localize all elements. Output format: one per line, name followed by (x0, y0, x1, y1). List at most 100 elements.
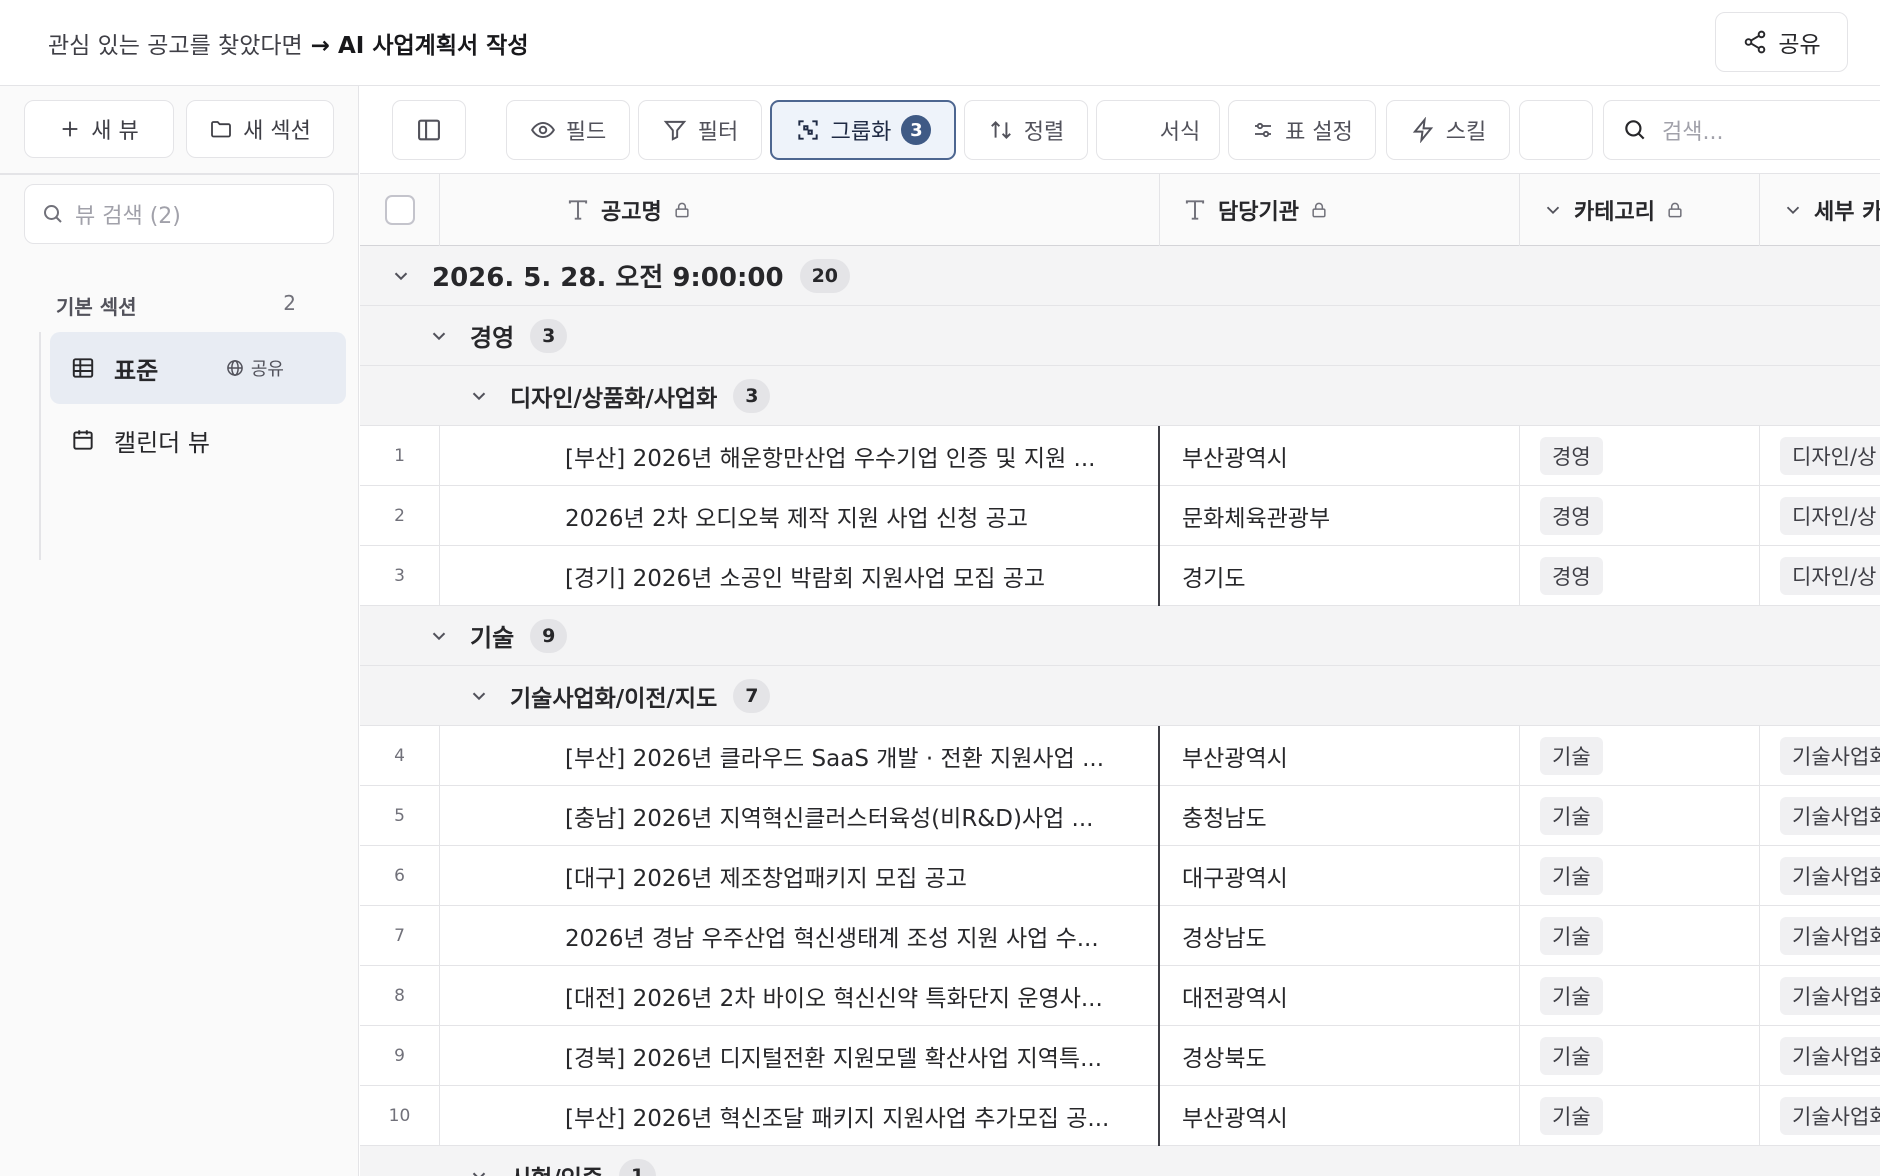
cell-agency[interactable]: 경상북도 (1160, 1026, 1520, 1086)
cell-agency[interactable]: 경상남도 (1160, 906, 1520, 966)
cell-title[interactable]: [경북] 2026년 디지털전환 지원모델 확산사업 지역특... (440, 1026, 1160, 1086)
group-label: 그룹화 (830, 120, 892, 145)
cell-category[interactable]: 기술 (1520, 726, 1760, 786)
table-search-input[interactable]: 검색... (1603, 100, 1880, 160)
cell-subcategory[interactable]: 디자인/상 (1760, 486, 1880, 546)
cell-title[interactable]: [부산] 2026년 해운항만산업 우수기업 인증 및 지원 ... (440, 426, 1160, 486)
table-row[interactable]: 6 [대구] 2026년 제조창업패키지 모집 공고 대구광역시 기술 기술사업… (360, 846, 1880, 906)
cell-category[interactable]: 경영 (1520, 546, 1760, 606)
group-header-tech[interactable]: 기술 9 (360, 606, 1880, 666)
row-number: 4 (360, 726, 440, 786)
column-agency-label: 담당기관 (1218, 200, 1299, 225)
group-label: 경영 (470, 324, 515, 352)
section-header[interactable]: 기본 섹션 2 (56, 291, 296, 320)
cell-agency[interactable]: 부산광역시 (1160, 426, 1520, 486)
share-button[interactable]: 공유 (1715, 12, 1848, 72)
cell-subcategory[interactable]: 기술사업화 (1760, 966, 1880, 1026)
cell-subcategory[interactable]: 기술사업화 (1760, 846, 1880, 906)
table-row[interactable]: 9 [경북] 2026년 디지털전환 지원모델 확산사업 지역특... 경상북도… (360, 1026, 1880, 1086)
cell-subcategory[interactable]: 디자인/상 (1760, 546, 1880, 606)
filter-button[interactable]: 필터 (638, 100, 762, 160)
group-header-cert[interactable]: 시험/인증 1 (360, 1146, 1880, 1176)
table-row[interactable]: 1 [부산] 2026년 해운항만산업 우수기업 인증 및 지원 ... 부산광… (360, 426, 1880, 486)
column-header-agency[interactable]: 담당기관 (1160, 174, 1520, 246)
cell-agency[interactable]: 부산광역시 (1160, 1086, 1520, 1146)
category-tag: 기술 (1540, 917, 1603, 955)
chevron-down-icon (1786, 206, 1800, 215)
group-header-techcomm[interactable]: 기술사업화/이전/지도 7 (360, 666, 1880, 726)
subcategory-tag: 기술사업화 (1780, 917, 1880, 955)
table-row[interactable]: 8 [대전] 2026년 2차 바이오 혁신신약 특화단지 운영사... 대전광… (360, 966, 1880, 1026)
cell-subcategory[interactable]: 디자인/상 (1760, 426, 1880, 486)
sidebar-divider (0, 173, 359, 175)
new-section-button[interactable]: 새 섹션 (186, 100, 334, 158)
column-header-subcategory[interactable]: 세부 카 (1760, 174, 1880, 246)
view-search-input[interactable]: 뷰 검색 (2) (24, 184, 334, 244)
row-number: 6 (360, 846, 440, 906)
cell-subcategory[interactable]: 기술사업화 (1760, 906, 1880, 966)
column-header-category[interactable]: 카테고리 (1520, 174, 1760, 246)
table-row[interactable]: 3 [경기] 2026년 소공인 박람회 지원사업 모집 공고 경기도 경영 디… (360, 546, 1880, 606)
category-tag: 기술 (1540, 1097, 1603, 1135)
filter-icon (663, 120, 687, 141)
cell-title[interactable]: [충남] 2026년 지역혁신클러스터육성(비R&D)사업 ... (440, 786, 1160, 846)
ai-business-plan-link[interactable]: → AI 사업계획서 작성 (311, 33, 529, 59)
table-row[interactable]: 10 [부산] 2026년 혁신조달 패키지 지원사업 추가모집 공... 부산… (360, 1086, 1880, 1146)
cell-category[interactable]: 기술 (1520, 906, 1760, 966)
chevron-down-icon (472, 1172, 486, 1176)
sort-button[interactable]: 정렬 (964, 100, 1088, 160)
table-search-placeholder: 검색... (1662, 120, 1724, 145)
sidebar-item-standard[interactable]: 표준 공유 (50, 332, 346, 404)
cell-title[interactable]: [대전] 2026년 2차 바이오 혁신신약 특화단지 운영사... (440, 966, 1160, 1026)
cell-category[interactable]: 기술 (1520, 966, 1760, 1026)
cell-title[interactable]: 2026년 2차 오디오북 제작 지원 사업 신청 공고 (440, 486, 1160, 546)
cell-agency[interactable]: 문화체육관광부 (1160, 486, 1520, 546)
select-all-checkbox[interactable] (384, 195, 415, 225)
section-title: 기본 섹션 (56, 295, 137, 319)
cell-title[interactable]: [대구] 2026년 제조창업패키지 모집 공고 (440, 846, 1160, 906)
cell-agency[interactable]: 충청남도 (1160, 786, 1520, 846)
fields-button[interactable]: 필드 (506, 100, 630, 160)
column-header-title[interactable]: 공고명 (440, 174, 1160, 246)
cell-agency[interactable]: 대전광역시 (1160, 966, 1520, 1026)
table-row[interactable]: 5 [충남] 2026년 지역혁신클러스터육성(비R&D)사업 ... 충청남도… (360, 786, 1880, 846)
toolbar: 필드 필터 그룹화 3 정렬 서식 표 설정 스킬 검색... (360, 86, 1880, 174)
cell-category[interactable]: 경영 (1520, 486, 1760, 546)
cell-category[interactable]: 경영 (1520, 426, 1760, 486)
cell-agency[interactable]: 부산광역시 (1160, 726, 1520, 786)
cell-agency[interactable]: 대구광역시 (1160, 846, 1520, 906)
group-count: 9 (530, 618, 568, 653)
group-header-date[interactable]: 2026. 5. 28. 오전 9:00:00 20 (360, 246, 1880, 306)
subcategory-tag: 디자인/상 (1780, 557, 1880, 595)
skill-button[interactable]: 스킬 (1386, 100, 1510, 160)
table-settings-button[interactable]: 표 설정 (1228, 100, 1376, 160)
cell-subcategory[interactable]: 기술사업화 (1760, 786, 1880, 846)
format-button[interactable]: 서식 (1096, 100, 1220, 160)
tree-line (39, 332, 41, 560)
cell-subcategory[interactable]: 기술사업화 (1760, 1026, 1880, 1086)
cell-title[interactable]: 2026년 경남 우주산업 혁신생태계 조성 지원 사업 수... (440, 906, 1160, 966)
sidebar-item-calendar[interactable]: 캘린더 뷰 (50, 404, 346, 476)
table-row[interactable]: 7 2026년 경남 우주산업 혁신생태계 조성 지원 사업 수... 경상남도… (360, 906, 1880, 966)
table-row[interactable]: 2 2026년 2차 오디오북 제작 지원 사업 신청 공고 문화체육관광부 경… (360, 486, 1880, 546)
plus-icon (62, 121, 78, 137)
cell-title[interactable]: [경기] 2026년 소공인 박람회 지원사업 모집 공고 (440, 546, 1160, 606)
new-view-button[interactable]: 새 뷰 (24, 100, 174, 158)
cell-agency[interactable]: 경기도 (1160, 546, 1520, 606)
cell-category[interactable]: 기술 (1520, 846, 1760, 906)
cell-category[interactable]: 기술 (1520, 1086, 1760, 1146)
group-header-design[interactable]: 디자인/상품화/사업화 3 (360, 366, 1880, 426)
promo-banner[interactable]: 관심 있는 공고를 찾았다면 → AI 사업계획서 작성 (48, 26, 528, 60)
group-header-mgmt[interactable]: 경영 3 (360, 306, 1880, 366)
cell-title[interactable]: [부산] 2026년 혁신조달 패키지 지원사업 추가모집 공... (440, 1086, 1160, 1146)
cell-category[interactable]: 기술 (1520, 786, 1760, 846)
cell-subcategory[interactable]: 기술사업화 (1760, 726, 1880, 786)
group-button[interactable]: 그룹화 3 (770, 100, 956, 160)
empty-toolbar-button[interactable] (1519, 100, 1593, 160)
toggle-sidebar-button[interactable] (392, 100, 466, 160)
table-row[interactable]: 4 [부산] 2026년 클라우드 SaaS 개발 · 전환 지원사업 ... … (360, 726, 1880, 786)
cell-category[interactable]: 기술 (1520, 1026, 1760, 1086)
cell-subcategory[interactable]: 기술사업화 (1760, 1086, 1880, 1146)
category-tag: 경영 (1540, 557, 1603, 595)
cell-title[interactable]: [부산] 2026년 클라우드 SaaS 개발 · 전환 지원사업 ... (440, 726, 1160, 786)
